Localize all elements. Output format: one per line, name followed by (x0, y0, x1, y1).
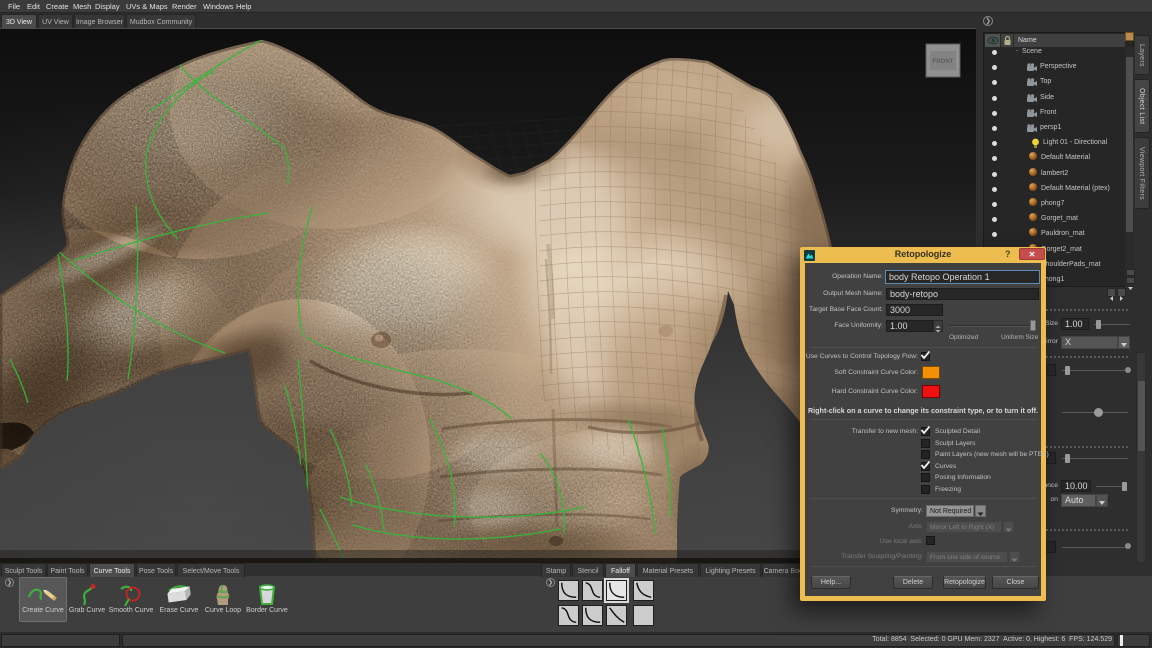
svg-text:FRONT: FRONT (933, 59, 954, 65)
